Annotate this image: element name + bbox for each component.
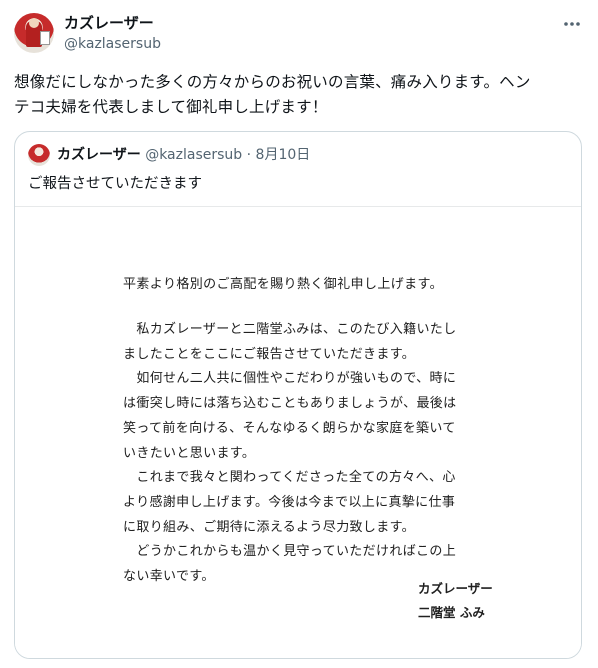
quoted-author-name: カズレーザー (57, 147, 141, 163)
avatar-sign (40, 31, 50, 45)
quoted-post-image[interactable]: 平素より格別のご高配を賜り熱く御礼申し上げます。 私カズレーザーと二階堂ふみは、… (15, 206, 581, 658)
quoted-author-avatar (28, 144, 50, 166)
author-name[interactable]: カズレーザー (64, 13, 154, 33)
separator-dot: · (246, 147, 252, 163)
letter-signature-2: 二階堂 ふみ (418, 605, 485, 620)
quoted-post[interactable]: カズレーザー @kazlasersub · 8月10日 ご報告させていただきます… (14, 131, 582, 659)
author-handle[interactable]: @kazlasersub (64, 35, 161, 53)
quoted-post-date[interactable]: 8月10日 (256, 147, 311, 163)
post-text: 想像だにしなかった多くの方々からのお祝いの言葉、痛み入ります。ヘン テコ夫婦を代… (14, 73, 531, 116)
quoted-post-text: ご報告させていただきます (28, 176, 202, 192)
letter-greeting: 平素より格別のご高配を賜り熱く御礼申し上げます。 (123, 277, 444, 292)
quoted-post-header: カズレーザー @kazlasersub · 8月10日 (57, 145, 310, 165)
letter-signature-1: カズレーザー (418, 581, 493, 596)
author-avatar[interactable] (14, 13, 54, 53)
quoted-author-handle: @kazlasersub (145, 147, 243, 163)
more-horizontal-icon[interactable] (562, 14, 582, 34)
avatar-head (29, 18, 39, 28)
letter-body: 私カズレーザーと二階堂ふみは、このたび入籍いたし ましたことをここにご報告させて… (123, 322, 457, 585)
